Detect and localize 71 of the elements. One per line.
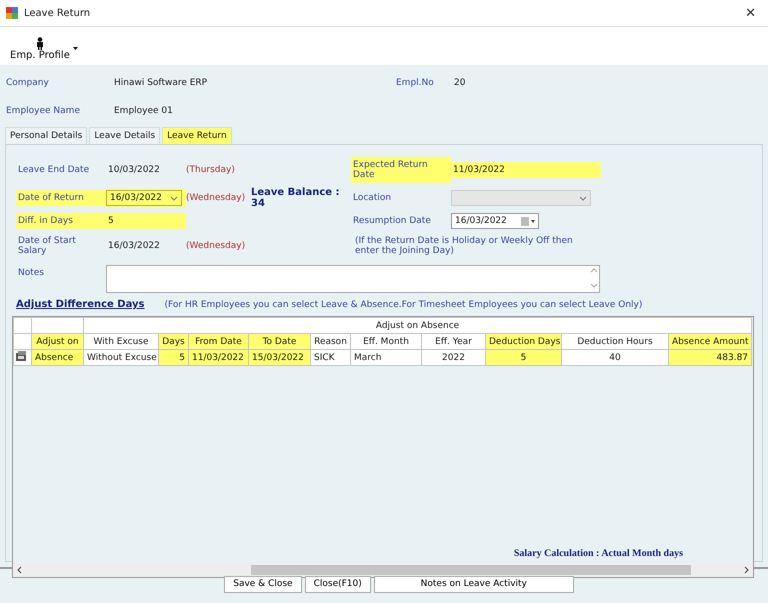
start-salary-date-label: Date of Start Salary xyxy=(17,235,77,258)
leave-end-date-label: Leave End Date xyxy=(17,164,90,177)
salary-calculation-note: Salary Calculation : Actual Month days xyxy=(514,548,683,561)
table-cell: 2022 xyxy=(422,350,486,366)
chevron-down-icon xyxy=(579,194,587,202)
adjust-note: (For HR Employees you can select Leave & Absence.For Timesheet Employees you can select Leave Only) xyxy=(164,300,642,310)
start-salary-date-value: 16/03/2022 xyxy=(107,240,161,253)
action-button[interactable]: Save & Close xyxy=(224,576,302,592)
action-button[interactable]: Notes on Leave Activity xyxy=(374,576,574,592)
table-cell: 40 xyxy=(562,350,668,366)
leave-end-date-value: 10/03/2022 xyxy=(107,164,161,177)
chevron-down-icon xyxy=(170,194,178,202)
weekday-text: (Wednesday) xyxy=(186,241,246,251)
column-header: With Excuse xyxy=(84,334,158,350)
table-cell: 5 xyxy=(158,350,188,366)
caret-icon xyxy=(72,47,78,50)
column-header: Absence Amount xyxy=(668,334,752,350)
column-header: Deduction Days xyxy=(486,334,562,350)
emp-profile-button[interactable]: Emp. Profile xyxy=(10,37,78,61)
table-cell: Without Excuse xyxy=(84,350,158,366)
table-cell: 11/03/2022 xyxy=(188,350,248,366)
column-header: Reason xyxy=(310,334,350,350)
scroll-left-icon[interactable] xyxy=(17,566,22,574)
date-of-return-dropdown[interactable]: 16/03/2022 xyxy=(106,190,182,206)
diff-in-days-value: 5 xyxy=(106,213,186,229)
weekday-text: (Wednesday) xyxy=(186,193,246,203)
calendar-icon xyxy=(521,216,535,226)
date-of-return-label: Date of Return xyxy=(16,190,106,206)
field-value: Employee 01 xyxy=(114,106,174,116)
table-cell: 15/03/2022 xyxy=(248,350,310,366)
column-header: Eff. Year xyxy=(422,334,486,350)
column-header: Deduction Hours xyxy=(562,334,668,350)
column-header: To Date xyxy=(248,334,310,350)
expected-return-date-value: 11/03/2022 xyxy=(451,162,601,178)
notes-field[interactable] xyxy=(106,265,600,293)
column-header: Days xyxy=(158,334,188,350)
column-header: Eff. Month xyxy=(350,334,422,350)
tab[interactable]: Personal Details xyxy=(5,127,88,144)
table-cell: March xyxy=(350,350,422,366)
tab[interactable]: Leave Details xyxy=(89,127,160,144)
leave-balance: Leave Balance : 34 xyxy=(251,187,341,209)
field-label: Employee Name xyxy=(5,105,81,118)
column-header: From Date xyxy=(188,334,248,350)
table-cell: 483.87 xyxy=(668,350,752,366)
column-header: Adjust on xyxy=(32,334,84,350)
resumption-date-picker[interactable]: 16/03/2022 xyxy=(451,213,539,229)
person-icon xyxy=(36,37,44,50)
table-cell: 5 xyxy=(486,350,562,366)
close-button[interactable]: ✕ xyxy=(739,6,762,20)
diff-in-days-label: Diff. in Days xyxy=(16,213,106,229)
weekday-text: (Thursday) xyxy=(186,165,236,175)
row-indicator-icon xyxy=(14,350,28,362)
notes-label: Notes xyxy=(17,267,45,280)
expected-return-date-label: Expected Return Date xyxy=(351,157,451,183)
table-cell: SICK xyxy=(310,350,350,366)
table-cell: Absence xyxy=(32,350,84,366)
adjust-days-link[interactable]: Adjust Difference Days xyxy=(16,299,145,310)
group-header: Adjust on Absence xyxy=(84,318,752,334)
resumption-date-label: Resumption Date xyxy=(352,215,432,228)
field-value: 20 xyxy=(454,78,466,88)
horizontal-scrollbar[interactable] xyxy=(13,563,753,577)
field-value: Hinawi Software ERP xyxy=(114,78,208,88)
app-icon xyxy=(6,7,18,19)
window-title: Leave Return xyxy=(24,8,92,18)
location-label: Location xyxy=(352,192,392,205)
field-label: Empl.No xyxy=(395,77,435,90)
action-button[interactable]: Close(F10) xyxy=(304,576,371,592)
field-label: Company xyxy=(5,77,50,90)
scroll-right-icon[interactable] xyxy=(744,566,749,574)
tab[interactable]: Leave Return xyxy=(162,127,232,144)
resumption-note: (If the Return Date is Holiday or Weekly Off then enter the Joining Day) xyxy=(354,236,574,256)
